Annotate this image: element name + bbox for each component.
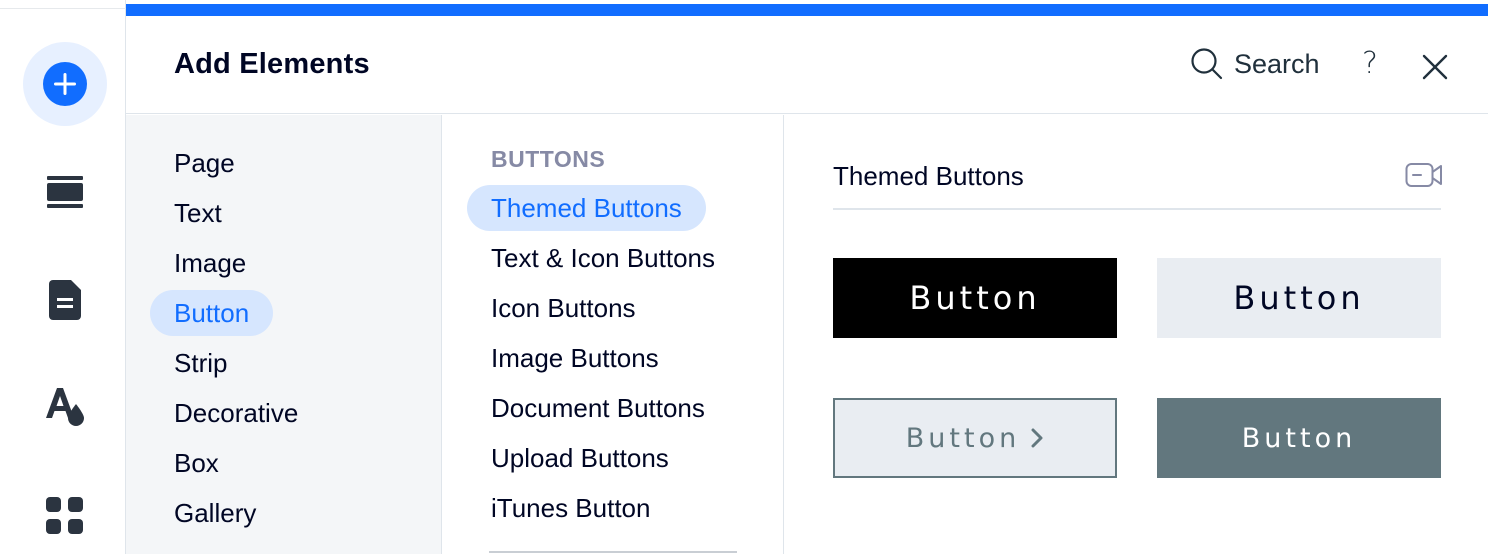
document-icon (49, 280, 81, 320)
category-item-image[interactable]: Image (150, 240, 270, 286)
sections-button[interactable] (23, 150, 107, 234)
button-label: Button (1233, 279, 1365, 317)
category-item-page[interactable]: Page (150, 140, 259, 186)
category-list: Page Text Image Button Strip Decorative … (126, 115, 442, 554)
close-button[interactable] (1422, 54, 1448, 85)
video-icon (1405, 163, 1442, 187)
subcategory-item-itunes-button[interactable]: iTunes Button (467, 485, 674, 531)
add-icon (43, 62, 87, 106)
category-item-button[interactable]: Button (150, 290, 274, 336)
panel-title: Add Elements (174, 48, 370, 80)
themed-button-teal[interactable]: Button (1157, 398, 1441, 478)
subcategory-heading: BUTTONS (491, 146, 606, 172)
apps-button[interactable] (23, 474, 107, 554)
subcategory-item-document-buttons[interactable]: Document Buttons (467, 385, 729, 431)
close-icon (1422, 54, 1448, 80)
subcategory-item-upload-buttons[interactable]: Upload Buttons (467, 435, 693, 481)
button-label: Button (905, 422, 1021, 454)
themed-button-black[interactable]: Button (833, 258, 1117, 338)
category-item-gallery[interactable]: Gallery (150, 490, 280, 536)
subcategory-divider (489, 551, 737, 553)
search-icon (1191, 48, 1223, 80)
subcategory-item-icon-buttons[interactable]: Icon Buttons (467, 285, 660, 331)
category-item-box[interactable]: Box (150, 440, 243, 486)
subcategory-item-text-icon-buttons[interactable]: Text & Icon Buttons (467, 235, 739, 281)
section-divider (833, 208, 1441, 210)
top-accent-bar (126, 0, 1488, 16)
subcategory-item-image-buttons[interactable]: Image Buttons (467, 335, 683, 381)
preview-area: Themed Buttons Button Button Button Butt… (785, 115, 1488, 554)
chevron-right-icon (1031, 428, 1043, 448)
search-label: Search (1234, 48, 1320, 79)
sections-icon (47, 176, 83, 208)
category-item-text[interactable]: Text (150, 190, 246, 236)
themed-button-outline-arrow[interactable]: Button (833, 398, 1117, 478)
video-tutorial-button[interactable] (1405, 161, 1443, 194)
left-tool-rail (0, 0, 126, 554)
search-button[interactable]: Search (1190, 46, 1320, 82)
subcategory-item-themed-buttons[interactable]: Themed Buttons (467, 185, 706, 231)
themed-button-light[interactable]: Button (1157, 258, 1441, 338)
category-item-decorative[interactable]: Decorative (150, 390, 322, 436)
theme-button[interactable] (23, 364, 107, 448)
category-item-strip[interactable]: Strip (150, 340, 251, 386)
button-label: Button (1241, 422, 1357, 454)
apps-grid-icon (46, 497, 83, 534)
button-label: Button (909, 279, 1041, 317)
subcategory-list: BUTTONS Themed Buttons Text & Icon Butto… (443, 115, 784, 554)
section-title: Themed Buttons (833, 161, 1024, 191)
help-button[interactable]: ? (1362, 46, 1378, 81)
rail-top-divider (0, 8, 126, 9)
theme-icon (46, 388, 84, 426)
pages-button[interactable] (23, 258, 107, 342)
add-elements-button[interactable] (23, 42, 107, 126)
panel-header: Add Elements Search ? (126, 16, 1488, 114)
